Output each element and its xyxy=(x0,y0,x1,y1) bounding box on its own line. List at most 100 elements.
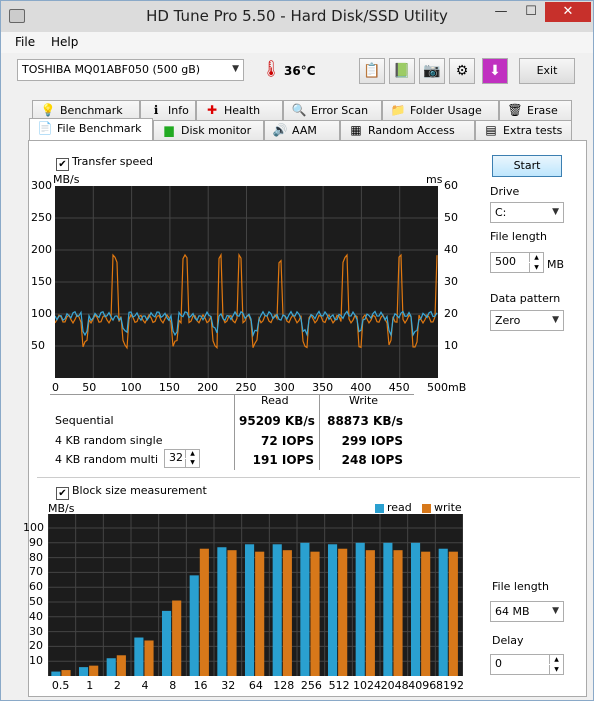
block-size-chart-svg xyxy=(47,514,464,676)
options-button[interactable]: ⚙ xyxy=(449,58,475,84)
4k-single-write-value: 299 IOPS xyxy=(341,434,403,448)
tab-label: Erase xyxy=(527,104,558,117)
close-button[interactable]: ✕ xyxy=(545,2,591,22)
spin-up-icon[interactable]: ▲ xyxy=(529,253,543,262)
file-length-unit: MB xyxy=(547,258,565,271)
block-size-checkbox[interactable]: ✔ Block size measurement xyxy=(56,484,207,500)
y-tick-right: 30 xyxy=(444,275,458,288)
block-x-tick: 4 xyxy=(141,679,149,692)
data-pattern-select[interactable]: Zero ▼ xyxy=(490,310,564,331)
drive-select-value: TOSHIBA MQ01ABF050 (500 gB) xyxy=(22,63,201,76)
block-x-tick: 64 xyxy=(248,679,263,692)
block-y-tick: 30 xyxy=(29,624,43,638)
queue-depth-value: 32 xyxy=(169,451,183,464)
read-bar xyxy=(300,542,310,676)
tab-label: Error Scan xyxy=(311,104,369,117)
block-x-tick: 4096 xyxy=(408,679,437,692)
tab-disk-monitor[interactable]: ▆ Disk monitor xyxy=(153,120,264,140)
data-pattern-value: Zero xyxy=(495,314,521,327)
minimize-button[interactable]: — xyxy=(487,2,515,22)
row-label-4k-single: 4 KB random single xyxy=(55,434,163,447)
drive-select[interactable]: TOSHIBA MQ01ABF050 (500 gB) ▼ xyxy=(17,59,244,81)
tab-info[interactable]: ℹ Info xyxy=(140,100,196,120)
save-button[interactable]: ⬇ xyxy=(482,58,508,84)
exit-button[interactable]: Exit xyxy=(519,58,575,84)
seq-write-value: 88873 KB/s xyxy=(327,414,403,428)
block-y-tick: 80 xyxy=(29,550,43,564)
legend-read-swatch xyxy=(375,504,384,513)
block-x-tick: 128 xyxy=(273,679,295,692)
screenshot-button[interactable]: 📷 xyxy=(419,58,445,84)
read-bar xyxy=(189,575,199,676)
tab-label: AAM xyxy=(292,124,317,137)
block-size-chart xyxy=(47,514,464,676)
file-benchmark-panel: ✔ Transfer speed MB/s ms 300 250 200 150 100 5… xyxy=(23,140,587,697)
drive-letter-select[interactable]: C: ▼ xyxy=(490,202,564,223)
x-tick: 150 xyxy=(158,381,180,394)
write-bar xyxy=(227,550,237,676)
copy-text-button[interactable]: 📋 xyxy=(359,58,385,84)
list-icon: ▤ xyxy=(485,123,497,137)
block-file-length-select[interactable]: 64 MB ▼ xyxy=(490,601,564,622)
tab-label: Folder Usage xyxy=(410,104,482,117)
delay-stepper[interactable]: 0 ▲ ▼ xyxy=(490,654,564,675)
transfer-speed-checkbox[interactable]: ✔ Transfer speed xyxy=(56,155,153,171)
spin-up-icon[interactable]: ▲ xyxy=(185,450,199,458)
x-tick: 400 xyxy=(350,381,372,394)
write-bar xyxy=(421,551,431,676)
y-tick-right: 20 xyxy=(444,307,458,320)
maximize-button[interactable]: ☐ xyxy=(517,2,545,22)
tab-aam[interactable]: 🔊 AAM xyxy=(264,120,340,140)
read-bar xyxy=(106,658,116,676)
block-y-tick: 10 xyxy=(29,654,43,668)
read-bar xyxy=(161,610,172,676)
temperature-readout: 36°C xyxy=(284,64,316,78)
tab-random-access[interactable]: ▦ Random Access xyxy=(340,120,475,140)
legend-write-label: write xyxy=(434,501,462,514)
tab-error-scan[interactable]: 🔍 Error Scan xyxy=(283,100,382,120)
write-bar xyxy=(61,670,71,676)
y-tick-left: 100 xyxy=(31,307,52,320)
data-pattern-label: Data pattern xyxy=(490,292,561,305)
block-x-tick: 512 xyxy=(328,679,350,692)
tab-file-benchmark[interactable]: 📄 File Benchmark xyxy=(29,118,153,140)
menu-help[interactable]: Help xyxy=(51,35,78,49)
seq-read-value: 95209 KB/s xyxy=(239,414,315,428)
write-bar xyxy=(282,550,292,676)
read-bar xyxy=(217,547,227,676)
read-bar xyxy=(438,548,448,676)
tab-label: Extra tests xyxy=(503,124,563,137)
row-label-4k-multi: 4 KB random multi xyxy=(55,453,159,466)
block-size-label: Block size measurement xyxy=(72,484,207,497)
spin-down-icon[interactable]: ▼ xyxy=(549,665,563,674)
block-x-tick: 256 xyxy=(300,679,322,692)
tab-label: Random Access xyxy=(368,124,455,137)
chevron-down-icon: ▼ xyxy=(552,207,559,217)
row-label-sequential: Sequential xyxy=(55,414,114,427)
copy-info-button[interactable]: 📗 xyxy=(389,58,415,84)
queue-depth-stepper[interactable]: 32 ▲ ▼ xyxy=(164,449,200,468)
start-button[interactable]: Start xyxy=(492,155,562,177)
tab-row-bottom: 📄 File Benchmark ▆ Disk monitor 🔊 AAM ▦ Rand… xyxy=(1,118,593,140)
grid-icon: ▦ xyxy=(350,123,362,137)
4k-multi-read-value: 191 IOPS xyxy=(252,453,314,467)
tab-erase[interactable]: 🗑 Erase xyxy=(499,100,572,120)
tab-label: Health xyxy=(224,104,261,117)
spin-down-icon[interactable]: ▼ xyxy=(529,263,543,272)
read-bar xyxy=(134,637,144,676)
spin-up-icon[interactable]: ▲ xyxy=(549,655,563,664)
toolbar: TOSHIBA MQ01ABF050 (500 gB) ▼ 🌡 36°C 📋 📗 … xyxy=(1,53,593,93)
app-window: HD Tune Pro 5.50 - Hard Disk/SSD Utility… xyxy=(0,0,594,701)
file-icon: 📄 xyxy=(37,121,53,135)
tab-health[interactable]: ✚ Health xyxy=(196,100,283,120)
y-tick-right: 40 xyxy=(444,243,458,256)
menu-file[interactable]: File xyxy=(15,35,35,49)
trash-icon: 🗑 xyxy=(507,103,523,117)
file-length-stepper[interactable]: 500 ▲ ▼ xyxy=(490,252,544,273)
tab-extra-tests[interactable]: ▤ Extra tests xyxy=(475,120,572,140)
tab-benchmark[interactable]: 💡 Benchmark xyxy=(32,100,140,120)
checkmark-icon: ✔ xyxy=(56,487,69,500)
spin-down-icon[interactable]: ▼ xyxy=(185,459,199,467)
drive-label: Drive xyxy=(490,185,520,198)
tab-folder-usage[interactable]: 📁 Folder Usage xyxy=(382,100,499,120)
